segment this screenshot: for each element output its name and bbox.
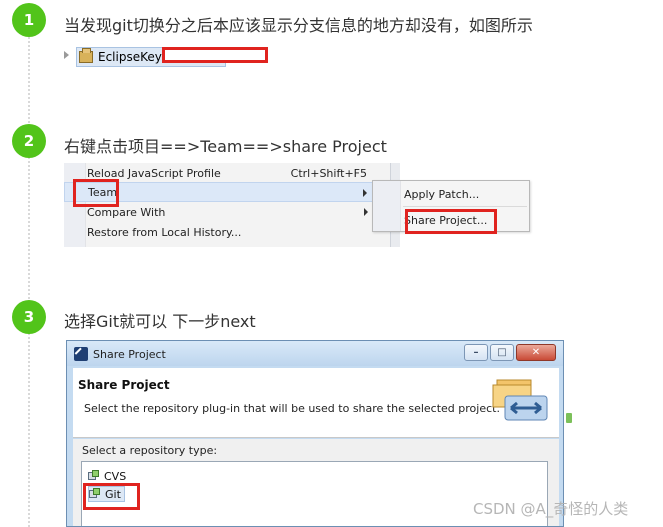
wizard-header: Share Project Select the repository plug… bbox=[73, 368, 559, 438]
minimize-button[interactable]: – bbox=[464, 344, 488, 361]
step-2-badge: 2 bbox=[12, 124, 46, 158]
repository-option-cvs[interactable]: CVS bbox=[88, 468, 126, 484]
missing-branch-highlight-box bbox=[162, 47, 268, 63]
step-3-badge: 3 bbox=[12, 300, 46, 334]
project-label: EclipseKey bbox=[98, 50, 162, 64]
timeline-line bbox=[28, 30, 30, 527]
close-button[interactable]: ✕ bbox=[516, 344, 556, 361]
project-folder-icon bbox=[79, 48, 93, 63]
submenu-item-apply-patch[interactable]: Apply Patch... bbox=[404, 188, 479, 201]
menu-item-shortcut: Ctrl+Shift+F5 bbox=[290, 166, 367, 180]
project-tree-row: EclipseKey bbox=[64, 46, 274, 68]
wizard-heading: Share Project bbox=[78, 378, 170, 392]
team-highlight-box bbox=[73, 179, 119, 207]
menu-item-restore-local-history[interactable]: Restore from Local History... bbox=[64, 222, 376, 242]
step-2-text: 右键点击项目==>Team==>share Project bbox=[64, 137, 387, 156]
step-1-text: 当发现git切换分之后本应该显示分支信息的地方却没有，如图所示 bbox=[64, 16, 533, 35]
menu-item-label: Reload JavaScript Profile bbox=[87, 166, 221, 180]
submenu-arrow-icon bbox=[363, 189, 367, 197]
context-menu: Reload JavaScript Profile Ctrl+Shift+F5 … bbox=[64, 163, 400, 247]
step-3-text: 选择Git就可以 下一步next bbox=[64, 312, 256, 331]
expand-arrow-icon[interactable] bbox=[64, 51, 69, 59]
menu-item-label: Restore from Local History... bbox=[87, 225, 242, 239]
cropped-edge-marker bbox=[566, 413, 572, 423]
share-wizard-banner-icon bbox=[492, 379, 548, 421]
csdn-watermark: CSDN @A_奇怪的人类 bbox=[473, 500, 629, 518]
maximize-button[interactable]: □ bbox=[490, 344, 514, 361]
step-1-number: 1 bbox=[23, 11, 35, 29]
menu-item-label: Compare With bbox=[87, 205, 166, 219]
eclipse-app-icon bbox=[74, 347, 88, 361]
dialog-title: Share Project bbox=[93, 348, 166, 361]
submenu-separator bbox=[403, 206, 527, 207]
share-project-highlight-box bbox=[405, 209, 497, 234]
cvs-icon bbox=[88, 470, 100, 482]
step-3-number: 3 bbox=[23, 308, 35, 326]
git-highlight-box bbox=[83, 483, 140, 510]
dialog-titlebar[interactable]: Share Project – □ ✕ bbox=[67, 341, 563, 366]
wizard-description: Select the repository plug-in that will … bbox=[84, 402, 500, 415]
repository-type-label: Select a repository type: bbox=[82, 444, 218, 457]
repository-option-label: CVS bbox=[104, 469, 127, 483]
submenu-arrow-icon bbox=[364, 208, 368, 216]
step-2-number: 2 bbox=[23, 132, 35, 150]
submenu-icon-gutter bbox=[373, 181, 401, 231]
step-1-badge: 1 bbox=[12, 3, 46, 37]
